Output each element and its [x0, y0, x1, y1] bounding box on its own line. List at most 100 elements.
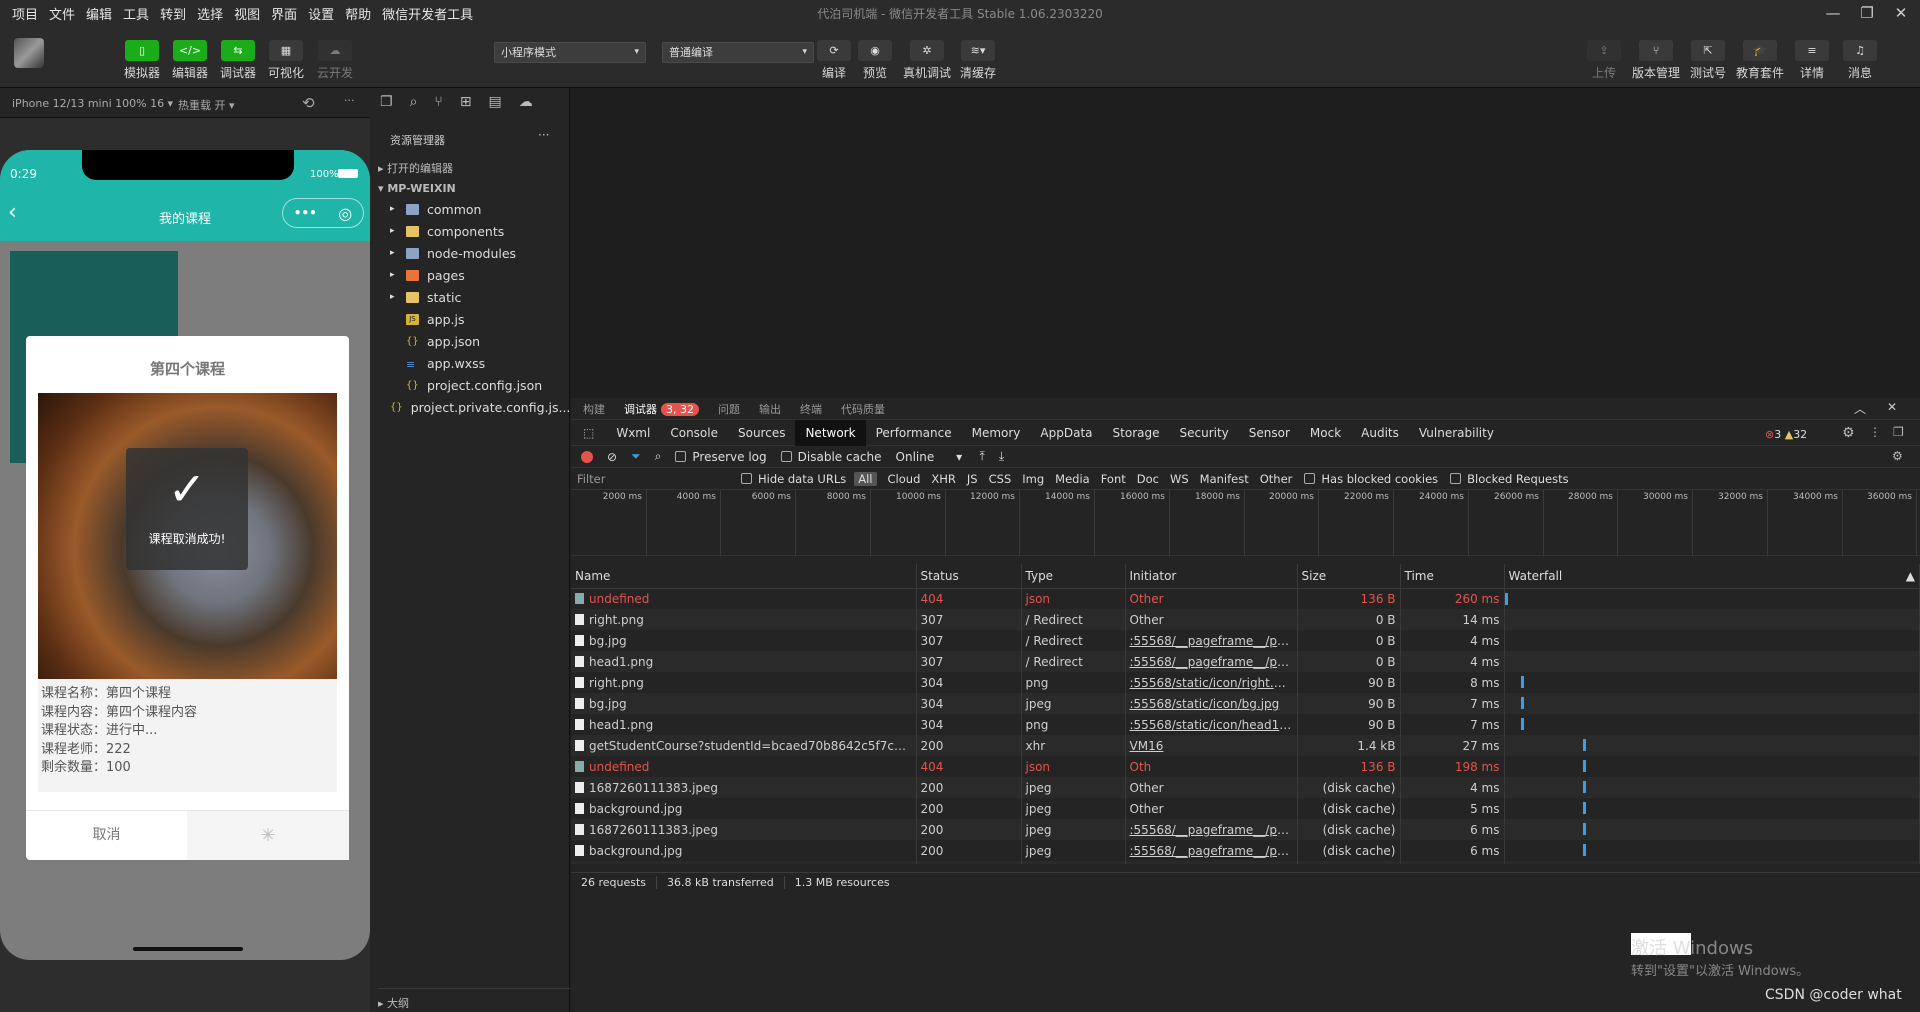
throttling-select[interactable]: Online ▾ [896, 450, 966, 464]
type-filter-font[interactable]: Font [1101, 472, 1126, 486]
folder-components[interactable]: ▸ components [390, 220, 570, 242]
table-row[interactable]: head1.png 304 png:55568/static/icon/head1.… [571, 714, 1920, 735]
type-filter-media[interactable]: Media [1055, 472, 1090, 486]
cell-initiator[interactable]: VM16 asdebug.js:1 [1125, 861, 1298, 864]
tab-output[interactable]: 输出 [759, 401, 781, 417]
cell-initiator[interactable]: :55568/__pageframe__/pages/profile... [1125, 840, 1298, 861]
search-icon[interactable]: ⌕ [410, 94, 418, 110]
panel-sensor[interactable]: Sensor [1239, 420, 1300, 446]
menu-item[interactable]: 视图 [234, 4, 260, 23]
folder-common[interactable]: ▸ common [390, 198, 570, 220]
cell-initiator[interactable]: :55568/static/icon/right.png [1125, 672, 1298, 693]
panel-console[interactable]: Console [660, 420, 728, 446]
table-row[interactable]: undefined 404 json Other 136 B 260 ms [571, 588, 1920, 609]
cloud-dev-button[interactable]: ☁ 云开发 [310, 40, 360, 81]
debug-panel-icon[interactable]: ▤ [489, 94, 502, 110]
type-filter-img[interactable]: Img [1022, 472, 1044, 486]
open-editors-header[interactable]: ▸ 打开的编辑器 [378, 160, 453, 176]
type-filter-other[interactable]: Other [1260, 472, 1293, 486]
type-filter-xhr[interactable]: XHR [931, 472, 956, 486]
device-select[interactable]: iPhone 12/13 mini 100% 16 ▾ [12, 97, 173, 110]
more-icon[interactable]: ··· [344, 94, 355, 107]
import-har-icon[interactable]: ⤒ [980, 449, 985, 464]
panel-audits[interactable]: Audits [1351, 420, 1409, 446]
cell-initiator[interactable]: VM16 [1125, 735, 1298, 756]
file-app-wxss[interactable]: ≡ app.wxss [390, 352, 570, 374]
col-initiator[interactable]: Initiator [1125, 564, 1298, 589]
menu-item[interactable]: 项目 [12, 4, 38, 23]
menu-item[interactable]: 选择 [197, 4, 223, 23]
cell-initiator[interactable]: :55568/__pageframe__/pages/profile... [1125, 819, 1298, 840]
table-row[interactable]: right.png 304 png:55568/static/icon/right.… [571, 672, 1920, 693]
col-time[interactable]: Time [1400, 564, 1505, 589]
tab-code-quality[interactable]: 代码质量 [841, 401, 885, 417]
mode-select[interactable]: 小程序模式 [494, 42, 646, 63]
cell-initiator[interactable]: :55568/__pageframe__/pages/profile... [1125, 651, 1298, 672]
col-status[interactable]: Status [916, 564, 1022, 589]
test-account-button[interactable]: ⇱ 测试号 [1683, 40, 1733, 81]
panel-mock[interactable]: Mock [1300, 420, 1351, 446]
files-icon[interactable]: ❐ [380, 94, 393, 110]
table-row[interactable]: 1687260111383.jpeg 200 jpeg:55568/__pagefr… [571, 819, 1920, 840]
tab-debugger[interactable]: 调试器 3, 32 [624, 401, 699, 417]
table-row[interactable]: 117a2d02f4aac9ee84bccfc3cbc00ccc?info=un… [571, 861, 1920, 864]
cell-initiator[interactable]: :55568/__pageframe__/pages/profile... [1125, 630, 1298, 651]
search-icon[interactable]: ⌕ [655, 449, 662, 464]
table-row[interactable]: head1.png 307/ Redirect:55568/__pageframe… [571, 651, 1920, 672]
folder-pages[interactable]: ▸ pages [390, 264, 570, 286]
settings-gear-icon[interactable]: ⚙ [1842, 425, 1855, 441]
menu-item[interactable]: 编辑 [86, 4, 112, 23]
type-filter-css[interactable]: CSS [989, 472, 1012, 486]
menu-item[interactable]: 转到 [160, 4, 186, 23]
undock-icon[interactable]: ❐ [1893, 425, 1904, 439]
root-folder-header[interactable]: ▾ MP-WEIXIN [378, 182, 456, 195]
rotate-icon[interactable]: ⟲ [302, 94, 315, 112]
file-project-private-config[interactable]: {} project.private.config.js... [390, 396, 570, 418]
table-row[interactable]: 1687260111383.jpeg 200 jpeg Other (disk cach… [571, 777, 1920, 798]
preview-button[interactable]: ◉ 预览 [850, 40, 900, 81]
type-filter-js[interactable]: JS [967, 472, 978, 486]
type-filter-cloud[interactable]: Cloud [888, 472, 921, 486]
table-row[interactable]: right.png 307/ Redirect Other 0 B 14 ms [571, 609, 1920, 630]
editor-button[interactable]: </> 编辑器 [165, 40, 215, 81]
panel-security[interactable]: Security [1169, 420, 1238, 446]
version-button[interactable]: ⑂ 版本管理 [1631, 40, 1681, 81]
education-button[interactable]: 🎓 教育套件 [1735, 40, 1785, 81]
file-project-config[interactable]: {} project.config.json [390, 374, 570, 396]
type-filter-doc[interactable]: Doc [1137, 472, 1159, 486]
col-size[interactable]: Size [1297, 564, 1401, 589]
messages-button[interactable]: ♫ 消息 [1835, 40, 1885, 81]
panel-wxml[interactable]: Wxml [606, 420, 660, 446]
type-filter-ws[interactable]: WS [1170, 472, 1189, 486]
folder-static[interactable]: ▸ static [390, 286, 570, 308]
folder-node-modules[interactable]: ▸ node-modules [390, 242, 570, 264]
table-row[interactable]: undefined 404 json Oth 136 B 198 ms [571, 756, 1920, 777]
tab-build[interactable]: 构建 [583, 401, 605, 417]
cell-initiator[interactable]: :55568/static/icon/bg.jpg [1125, 693, 1298, 714]
collapse-up-icon[interactable]: ︿ [1854, 400, 1866, 417]
tab-terminal[interactable]: 终端 [800, 401, 822, 417]
restore-icon[interactable]: ❐ [1856, 2, 1878, 24]
compile-select[interactable]: 普通编译 [662, 42, 814, 63]
table-row[interactable]: bg.jpg 307/ Redirect:55568/__pageframe__/… [571, 630, 1920, 651]
type-filter-all[interactable]: All [854, 471, 877, 486]
has-blocked-checkbox[interactable]: Has blocked cookies [1304, 472, 1438, 486]
simulator-button[interactable]: ▯ 模拟器 [117, 40, 167, 81]
outline-header[interactable]: ▸ 大纲 [378, 988, 570, 1011]
clear-icon[interactable]: ⊘ [607, 450, 617, 464]
minimize-icon[interactable]: — [1822, 2, 1844, 24]
hotreload-select[interactable]: 热重载 开 ▾ [178, 97, 235, 113]
close-mp-icon[interactable]: ◎ [338, 204, 352, 223]
visual-button[interactable]: ▦ 可视化 [261, 40, 311, 81]
more-dots-icon[interactable]: ••• [294, 206, 317, 220]
capsule-menu[interactable]: ••• ◎ [282, 198, 364, 228]
table-row[interactable]: background.jpg 200 jpeg Other (disk cache) 5 … [571, 798, 1920, 819]
type-filter-manifest[interactable]: Manifest [1200, 472, 1249, 486]
overview-timeline[interactable]: 2000 ms 4000 ms 6000 ms 8000 ms 10000 ms 1200… [571, 490, 1920, 556]
menu-item[interactable]: 帮助 [345, 4, 371, 23]
panel-network[interactable]: Network [795, 419, 866, 446]
record-icon[interactable] [581, 450, 593, 463]
debugger-button[interactable]: ⇆ 调试器 [213, 40, 263, 81]
blocked-requests-checkbox[interactable]: Blocked Requests [1450, 472, 1569, 486]
console-counts[interactable]: ⊗3 ▲32 [1765, 428, 1807, 441]
